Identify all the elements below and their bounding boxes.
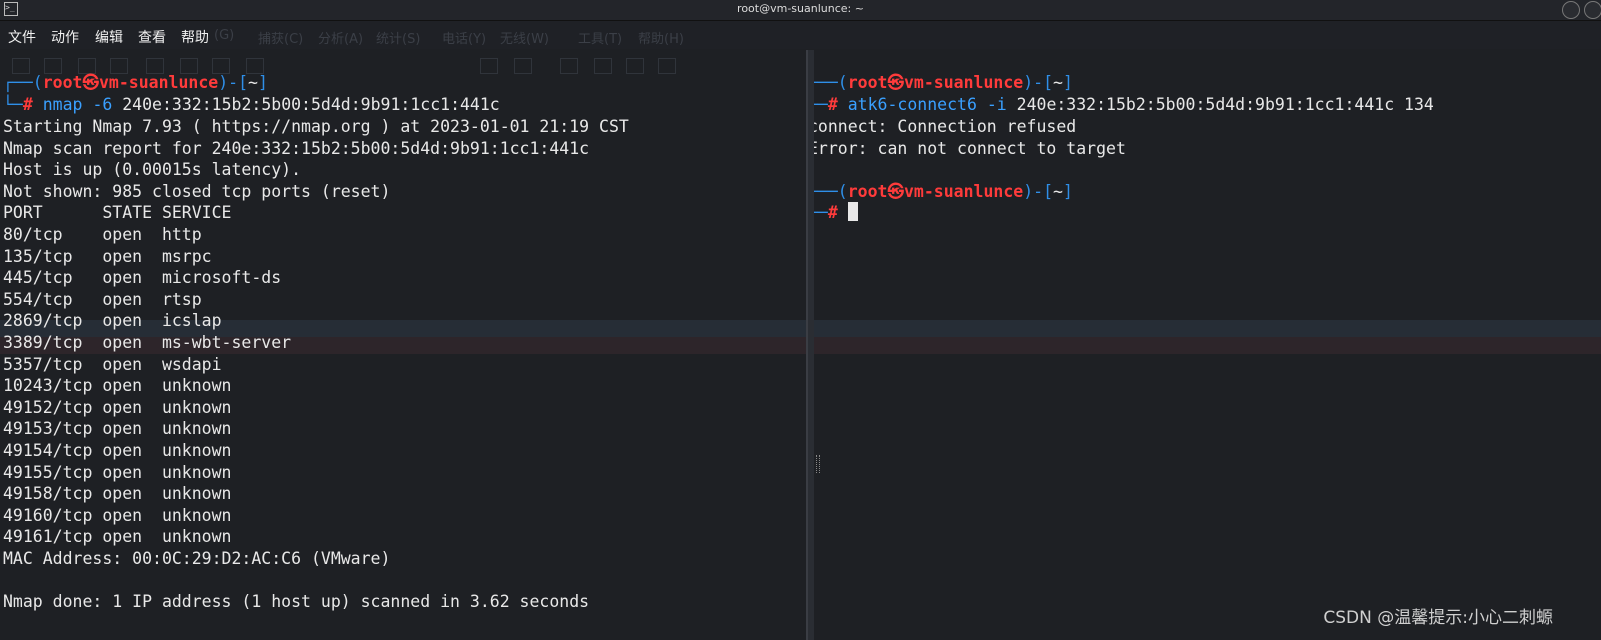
menu-edit[interactable]: 编辑 xyxy=(95,27,123,47)
menu-bar: 文件 动作 编辑 查看 帮助 (G) 捕获(C) 分析(A) 统计(S) 电话(… xyxy=(0,21,1601,49)
output-line: Host is up (0.00015s latency). xyxy=(3,160,302,179)
output-line: 49158/tcp open unknown xyxy=(3,484,232,503)
prompt-line: ┌──(root㉿vm-suanlunce)-[~] xyxy=(814,73,1073,92)
output-line: 49160/tcp open unknown xyxy=(3,506,232,525)
input-line[interactable]: └─# xyxy=(814,202,858,224)
prompt-line: ┌──(root㉿vm-suanlunce)-[~] xyxy=(814,182,1073,201)
output-line: 49152/tcp open unknown xyxy=(3,398,232,417)
command-args: 240e:332:15b2:5b00:5d4d:9b91:1cc1:441c xyxy=(122,95,500,114)
right-terminal-pane[interactable]: ┌──(root㉿vm-suanlunce)-[~] └─# atk6-conn… xyxy=(814,50,1601,640)
command-flag: -i xyxy=(986,95,1007,114)
output-line: 3389/tcp open ms-wbt-server xyxy=(3,333,292,352)
ghost-menu-item: 工具(T) xyxy=(578,32,623,47)
menu-actions[interactable]: 动作 xyxy=(51,27,79,47)
prompt-dir: ~ xyxy=(1053,182,1063,201)
close-icon[interactable] xyxy=(1584,1,1601,19)
prompt-user: root㉿vm-suanlunce xyxy=(847,182,1024,201)
output-line: 49161/tcp open unknown xyxy=(3,527,232,546)
output-line: Starting Nmap 7.93 ( https://nmap.org ) … xyxy=(3,117,629,136)
ghost-menu-item: (G) xyxy=(214,28,235,43)
text-cursor xyxy=(847,202,858,221)
command-name: nmap xyxy=(42,95,83,114)
output-line: 49153/tcp open unknown xyxy=(3,419,232,438)
background-row xyxy=(814,320,1601,337)
output-line: connect: Connection refused xyxy=(814,117,1077,136)
command-args: 240e:332:15b2:5b00:5d4d:9b91:1cc1:441c 1… xyxy=(1016,95,1434,114)
ghost-menu-item: 帮助(H) xyxy=(638,32,684,47)
command-name: atk6-connect6 xyxy=(847,95,977,114)
output-line: Nmap done: 1 IP address (1 host up) scan… xyxy=(3,592,590,611)
output-line: 10243/tcp open unknown xyxy=(3,376,232,395)
output-line: 5357/tcp open wsdapi xyxy=(3,355,222,374)
ghost-menu-item: 分析(A) xyxy=(318,32,364,47)
prompt-line: ┌──(root㉿vm-suanlunce)-[~] xyxy=(3,73,268,92)
prompt-dir: ~ xyxy=(1053,73,1063,92)
prompt-user: root㉿vm-suanlunce xyxy=(42,73,219,92)
minimize-icon[interactable] xyxy=(1562,1,1580,19)
menu-file[interactable]: 文件 xyxy=(8,27,36,47)
output-line: 554/tcp open rtsp xyxy=(3,290,202,309)
background-row xyxy=(814,337,1601,354)
command-flag: -6 xyxy=(92,95,113,114)
output-line: 135/tcp open msrpc xyxy=(3,247,212,266)
output-line: 80/tcp open http xyxy=(3,225,202,244)
output-line: 2869/tcp open icslap xyxy=(3,311,222,330)
output-line: Error: can not connect to target xyxy=(814,139,1126,158)
window-title: root@vm-suanlunce: ~ xyxy=(737,2,864,15)
window-titlebar: >_ root@vm-suanlunce: ~ xyxy=(0,0,1601,21)
output-line: 49154/tcp open unknown xyxy=(3,441,232,460)
watermark: CSDN @温馨提示:小心二刺螈 xyxy=(1323,608,1553,628)
output-line: 49155/tcp open unknown xyxy=(3,463,232,482)
left-terminal-pane[interactable]: ┌──(root㉿vm-suanlunce)-[~] └─# nmap -6 2… xyxy=(0,50,808,640)
ghost-menu-item: 电话(Y) xyxy=(442,32,487,47)
prompt-user: root㉿vm-suanlunce xyxy=(847,73,1024,92)
prompt-dir: ~ xyxy=(248,73,258,92)
output-line: PORT STATE SERVICE xyxy=(3,203,232,222)
ghost-menu-item: 统计(S) xyxy=(376,32,421,47)
output-line: Not shown: 985 closed tcp ports (reset) xyxy=(3,182,391,201)
command-line: └─# nmap -6 240e:332:15b2:5b00:5d4d:9b91… xyxy=(3,95,500,114)
ghost-menu-item: 捕获(C) xyxy=(258,32,304,47)
command-line: └─# atk6-connect6 -i 240e:332:15b2:5b00:… xyxy=(814,95,1434,114)
output-line: Nmap scan report for 240e:332:15b2:5b00:… xyxy=(3,139,590,158)
ghost-menu-item: 无线(W) xyxy=(500,32,549,47)
menu-help[interactable]: 帮助 xyxy=(181,27,209,47)
output-line: 445/tcp open microsoft-ds xyxy=(3,268,282,287)
menu-view[interactable]: 查看 xyxy=(138,27,166,47)
output-line: MAC Address: 00:0C:29:D2:AC:C6 (VMware) xyxy=(3,549,391,568)
